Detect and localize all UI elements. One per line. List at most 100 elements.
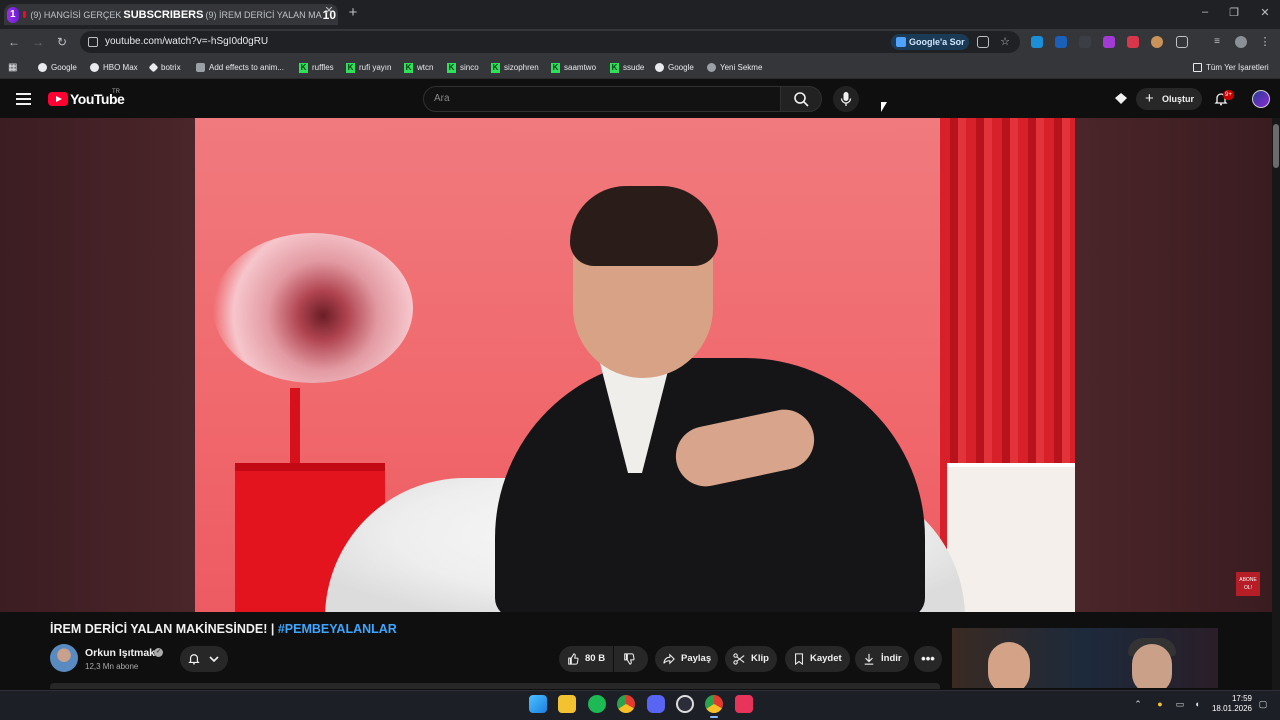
google-sor-button[interactable]: Google'a Sor (891, 34, 969, 50)
video-editor-icon[interactable] (735, 695, 753, 713)
kick-icon: K (551, 62, 560, 73)
voice-search-button[interactable] (833, 86, 859, 112)
thumbnail-face-left (988, 642, 1030, 688)
download-label: İndir (881, 653, 902, 664)
account-avatar[interactable] (1252, 90, 1270, 108)
notification-center-icon[interactable]: ▢ (1258, 699, 1268, 709)
search-button[interactable] (780, 86, 822, 112)
obs-icon[interactable] (676, 695, 694, 713)
media-controls-icon[interactable]: ≡ (1211, 36, 1223, 48)
bell-icon (188, 654, 200, 665)
tab-close-icon[interactable]: ✕ (322, 4, 336, 18)
discord-icon[interactable] (647, 695, 665, 713)
dislike-button[interactable] (614, 646, 648, 672)
hbo-icon (90, 63, 99, 72)
channel-name[interactable]: Orkun Işıtmak (85, 647, 155, 659)
mouse-cursor (881, 102, 887, 112)
close-window-icon[interactable]: ✕ (1256, 6, 1274, 22)
bookmark-yeni-sekme[interactable]: Yeni Sekme (707, 61, 762, 74)
browser-tab-strip: 1 (9) HANGİSİ GERÇEK SUBSCRIBERS (9) İRE… (0, 0, 1280, 29)
bookmark-label: Add effects to anim... (209, 63, 285, 72)
extension-video-icon[interactable] (1079, 36, 1091, 48)
google-icon (38, 63, 47, 72)
windows-start-icon[interactable] (529, 695, 547, 713)
subscription-bell-button[interactable] (180, 646, 228, 672)
extensions-puzzle-icon[interactable] (1176, 36, 1188, 48)
bookmark-add-effects[interactable]: Add effects to anim... (196, 61, 284, 74)
cast-icon[interactable] (1114, 92, 1128, 105)
network-icon[interactable]: ▭ (1175, 699, 1185, 709)
spotify-icon[interactable] (588, 695, 606, 713)
bookmark-saamtwo[interactable]: Ksaamtwo (551, 61, 596, 74)
bookmark-wtcn[interactable]: Kwtcn (404, 61, 433, 74)
taskbar-clock[interactable]: 17:59 18.01.2026 (1210, 694, 1252, 714)
bookmark-botrix[interactable]: botrix (148, 61, 181, 74)
chrome-active-icon[interactable] (705, 695, 723, 713)
description-box[interactable] (50, 683, 940, 689)
video-hashtag[interactable]: #PEMBEYALANLAR (278, 622, 397, 636)
bookmark-label: Yeni Sekme (720, 63, 763, 72)
video-player[interactable] (195, 118, 1075, 612)
forward-icon[interactable]: → (30, 34, 46, 50)
back-icon[interactable]: ← (6, 34, 22, 50)
volume-icon[interactable]: ◖ (1192, 699, 1202, 709)
extension-cookie-icon[interactable] (1151, 36, 1163, 48)
all-bookmarks[interactable]: Tüm Yer İşaretleri (1193, 61, 1269, 74)
kick-icon: K (491, 62, 500, 73)
apps-grid-icon[interactable]: ▦ (8, 61, 17, 74)
subscribe-watermark[interactable]: ABONE OL! (1236, 572, 1260, 596)
bookmark-sizophren[interactable]: Ksizophren (491, 61, 539, 74)
all-bookmarks-label: Tüm Yer İşaretleri (1206, 63, 1269, 72)
browser-tab[interactable]: 1 (9) HANGİSİ GERÇEK SUBSCRIBERS (9) İRE… (4, 4, 338, 25)
address-bar[interactable]: youtube.com/watch?v=-hSgI0d0gRU (80, 31, 1020, 53)
like-button[interactable]: 80 B (559, 646, 613, 672)
install-app-icon[interactable] (977, 36, 989, 48)
tray-overflow-icon[interactable]: ⌃ (1133, 699, 1143, 709)
extension-record-icon[interactable] (1127, 36, 1139, 48)
more-actions-button[interactable]: ••• (914, 646, 942, 672)
create-label: Oluştur (1162, 94, 1195, 104)
share-button[interactable]: Paylaş (655, 646, 718, 672)
video-title-text: İREM DERİCİ YALAN MAKİNESİNDE! | (50, 622, 278, 636)
bookmark-google-2[interactable]: Google (655, 61, 694, 74)
tab-group-badge[interactable]: 1 (7, 6, 19, 23)
bookmark-label: ruffles (312, 63, 334, 72)
bookmark-label: wtcn (417, 63, 434, 72)
channel-avatar[interactable] (50, 644, 78, 672)
new-tab-icon[interactable]: + (345, 5, 361, 21)
download-button[interactable]: İndir (855, 646, 909, 672)
related-video-thumbnail[interactable] (952, 628, 1218, 688)
share-label: Paylaş (681, 653, 712, 664)
site-info-icon[interactable] (88, 37, 98, 47)
create-button[interactable]: + Oluştur (1136, 88, 1202, 110)
gramophone-horn (213, 233, 413, 383)
bookmark-sinco[interactable]: Ksinco (447, 61, 479, 74)
extension-translate-icon[interactable] (1031, 36, 1043, 48)
file-explorer-icon[interactable] (558, 695, 576, 713)
lens-icon (896, 37, 906, 47)
bookmark-hbo-max[interactable]: HBO Max (90, 61, 138, 74)
chrome-icon[interactable] (617, 695, 635, 713)
restore-icon[interactable]: ❐ (1225, 6, 1243, 22)
menu-dots-icon[interactable]: ⋮ (1259, 36, 1271, 48)
bookmark-rufi-yayin[interactable]: Krufi yayın (346, 61, 391, 74)
page-scrollbar[interactable] (1272, 118, 1280, 690)
bookmark-star-icon[interactable]: ☆ (999, 36, 1011, 48)
microphone-tray-icon[interactable]: ● (1155, 699, 1165, 709)
save-button[interactable]: Kaydet (785, 646, 850, 672)
youtube-logo-icon[interactable] (48, 92, 68, 106)
extension-twitch-icon[interactable] (1103, 36, 1115, 48)
clip-button[interactable]: Klip (725, 646, 777, 672)
minimize-icon[interactable]: – (1196, 6, 1214, 22)
profile-icon[interactable] (1235, 36, 1247, 48)
search-input[interactable]: Ara (423, 86, 781, 112)
bookmark-ruffles[interactable]: Kruffles (299, 61, 334, 74)
bookmark-icon (795, 653, 803, 665)
scrollbar-thumb[interactable] (1273, 124, 1279, 168)
bookmark-label: botrix (161, 63, 181, 72)
bookmark-google[interactable]: Google (38, 61, 77, 74)
extension-audio-icon[interactable] (1055, 36, 1067, 48)
bookmark-ssude[interactable]: Kssude (610, 61, 644, 74)
reload-icon[interactable]: ↻ (54, 34, 70, 50)
menu-hamburger-icon[interactable] (16, 93, 31, 105)
